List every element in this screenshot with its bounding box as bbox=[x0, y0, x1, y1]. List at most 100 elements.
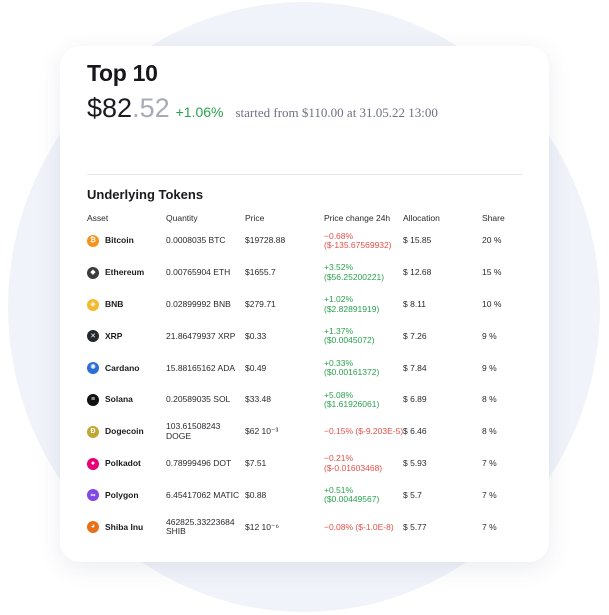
price-cell: $0.33 bbox=[245, 330, 267, 341]
asset-name: XRP bbox=[105, 330, 123, 341]
table-row: ◕ Shiba Inu 462825.33223684 SHIB $12 10⁻⁶ −0… bbox=[87, 512, 527, 542]
allocation-cell: $ 15.85 bbox=[403, 235, 432, 246]
bitcoin-icon: ₿ bbox=[87, 235, 99, 247]
table-row: ≡ Solana 0.20589035 SOL $33.48 +5.08% ($1.61… bbox=[87, 385, 527, 415]
dogecoin-icon: Ð bbox=[87, 425, 99, 438]
price-cell: $7.51 bbox=[245, 457, 267, 468]
started-from-text: started from $110.00 at 31.05.22 13:00 bbox=[235, 105, 438, 120]
table-row: ✺ Cardano 15.88165162 ADA $0.49 +0.33% ($0.0… bbox=[87, 353, 527, 383]
table-row: ₿ Bitcoin 0.0008035 BTC $19728.88 −0.68% ($-… bbox=[87, 226, 527, 256]
price-cell: $1655.7 bbox=[245, 267, 276, 278]
quantity-cell: 15.88165162 ADA bbox=[166, 362, 236, 373]
table-row: ● Polkadot 0.78999496 DOT $7.51 −0.21% ($-0.… bbox=[87, 449, 527, 479]
quantity-cell: 103.61508243 DOGE bbox=[166, 421, 221, 441]
share-cell: 9 % bbox=[482, 330, 497, 341]
price-change-cell: +0.33% ($0.00161372) bbox=[324, 357, 380, 378]
asset-cell: ∞ Polygon bbox=[87, 480, 139, 510]
table-row: Ð Dogecoin 103.61508243 DOGE $62 10⁻³ −0.15%… bbox=[87, 417, 527, 447]
price-change: +1.06% bbox=[175, 104, 224, 120]
share-cell: 10 % bbox=[482, 298, 502, 309]
allocation-cell: $ 7.26 bbox=[403, 330, 427, 341]
allocation-cell: $ 5.7 bbox=[403, 489, 422, 500]
share-cell: 7 % bbox=[482, 457, 497, 468]
price-change-cell: +1.37% ($0.0045072) bbox=[324, 326, 375, 346]
price-cell: $0.88 bbox=[245, 489, 267, 500]
price-cell: $33.48 bbox=[245, 394, 271, 405]
price-integer: $82 bbox=[87, 93, 133, 123]
asset-name: Bitcoin bbox=[105, 235, 134, 246]
share-cell: 20 % bbox=[482, 235, 502, 246]
price-change-cell: +1.02% ($2.82891919) bbox=[324, 294, 380, 314]
price-change-cell: −0.15% ($-9.203E-5) bbox=[324, 426, 404, 437]
table-row: ◈ BNB 0.02899992 BNB $279.71 +1.02% ($2.8289… bbox=[87, 290, 527, 320]
asset-name: BNB bbox=[105, 298, 124, 309]
ethereum-icon: ◆ bbox=[87, 266, 99, 279]
table-row: ✕ XRP 21.86479937 XRP $0.33 +1.37% ($0.00450… bbox=[87, 321, 527, 351]
asset-cell: ◆ Ethereum bbox=[87, 258, 144, 288]
price-change-cell: +0.51% ($0.00449567) bbox=[324, 485, 380, 505]
asset-cell: Ð Dogecoin bbox=[87, 417, 144, 447]
table-row: ◆ Ethereum 0.00765904 ETH $1655.7 +3.52% ($5… bbox=[87, 258, 527, 288]
quantity-cell: 0.00765904 ETH bbox=[166, 267, 231, 278]
asset-cell: ≡ Solana bbox=[87, 385, 133, 415]
price-cell: $62 10⁻³ bbox=[245, 426, 279, 437]
share-cell: 8 % bbox=[482, 394, 497, 405]
asset-name: Shiba Inu bbox=[105, 521, 144, 532]
quantity-cell: 0.20589035 SOL bbox=[166, 394, 231, 405]
column-header-asset: Asset bbox=[87, 213, 109, 223]
asset-cell: ✺ Cardano bbox=[87, 353, 139, 383]
quantity-cell: 6.45417062 MATIC bbox=[166, 489, 240, 500]
share-cell: 15 % bbox=[482, 267, 502, 278]
column-header-quantity: Quantity bbox=[166, 213, 198, 223]
cardano-icon: ✺ bbox=[87, 362, 99, 375]
quantity-cell: 21.86479937 XRP bbox=[166, 330, 236, 341]
page-title: Top 10 bbox=[87, 60, 158, 86]
asset-cell: ₿ Bitcoin bbox=[87, 226, 134, 256]
quantity-cell: 0.78999496 DOT bbox=[166, 457, 232, 468]
divider bbox=[87, 174, 522, 175]
column-header-price: Price bbox=[245, 213, 265, 223]
asset-name: Polygon bbox=[105, 489, 139, 500]
share-cell: 9 % bbox=[482, 362, 497, 373]
price-change-cell: +3.52% ($56.25200221) bbox=[324, 262, 385, 282]
allocation-cell: $ 5.77 bbox=[403, 521, 427, 532]
allocation-cell: $ 6.89 bbox=[403, 394, 427, 405]
price-change-cell: −0.08% ($-1.0E-8) bbox=[324, 521, 394, 532]
bnb-icon: ◈ bbox=[87, 298, 99, 311]
asset-name: Cardano bbox=[105, 362, 140, 373]
index-card: Top 10 $82 .52 +1.06% started from $110.… bbox=[60, 46, 549, 562]
allocation-cell: $ 7.84 bbox=[403, 362, 427, 373]
price-cell: $0.49 bbox=[245, 362, 267, 373]
price-change-cell: +5.08% ($1.61926061) bbox=[324, 389, 380, 409]
quantity-cell: 462825.33223684 SHIB bbox=[166, 516, 235, 537]
asset-name: Dogecoin bbox=[105, 426, 144, 437]
quantity-cell: 0.02899992 BNB bbox=[166, 298, 231, 309]
asset-name: Ethereum bbox=[105, 267, 145, 278]
section-title: Underlying Tokens bbox=[87, 187, 204, 202]
column-header-price-change: Price change 24h bbox=[324, 213, 391, 223]
polkadot-icon: ● bbox=[87, 457, 99, 470]
asset-cell: ◕ Shiba Inu bbox=[87, 512, 143, 542]
price-change-cell: −0.21% ($-0.01603468) bbox=[324, 453, 383, 473]
polygon-icon: ∞ bbox=[87, 489, 99, 502]
table-header: Asset Quantity Price Price change 24h Al… bbox=[87, 213, 527, 225]
price-cell: $19728.88 bbox=[245, 235, 286, 246]
allocation-cell: $ 12.68 bbox=[403, 267, 432, 278]
xrp-icon: ✕ bbox=[87, 330, 99, 343]
price-fraction: .52 bbox=[132, 93, 170, 123]
shiba-inu-icon: ◕ bbox=[87, 521, 99, 534]
table-row: ∞ Polygon 6.45417062 MATIC $0.88 +0.51% ($0.… bbox=[87, 480, 527, 510]
share-cell: 8 % bbox=[482, 426, 497, 437]
quantity-cell: 0.0008035 BTC bbox=[166, 235, 226, 246]
allocation-cell: $ 5.93 bbox=[403, 457, 427, 468]
column-header-share: Share bbox=[482, 213, 505, 223]
share-cell: 7 % bbox=[482, 489, 497, 500]
share-cell: 7 % bbox=[482, 521, 497, 532]
column-header-allocation: Allocation bbox=[403, 213, 440, 223]
allocation-cell: $ 8.11 bbox=[403, 298, 427, 309]
price-change-cell: −0.68% ($-135.67569932) bbox=[324, 230, 392, 250]
asset-name: Polkadot bbox=[105, 457, 141, 468]
asset-name: Solana bbox=[105, 394, 133, 405]
price-cell: $12 10⁻⁶ bbox=[245, 521, 279, 532]
price-cell: $279.71 bbox=[245, 298, 276, 309]
